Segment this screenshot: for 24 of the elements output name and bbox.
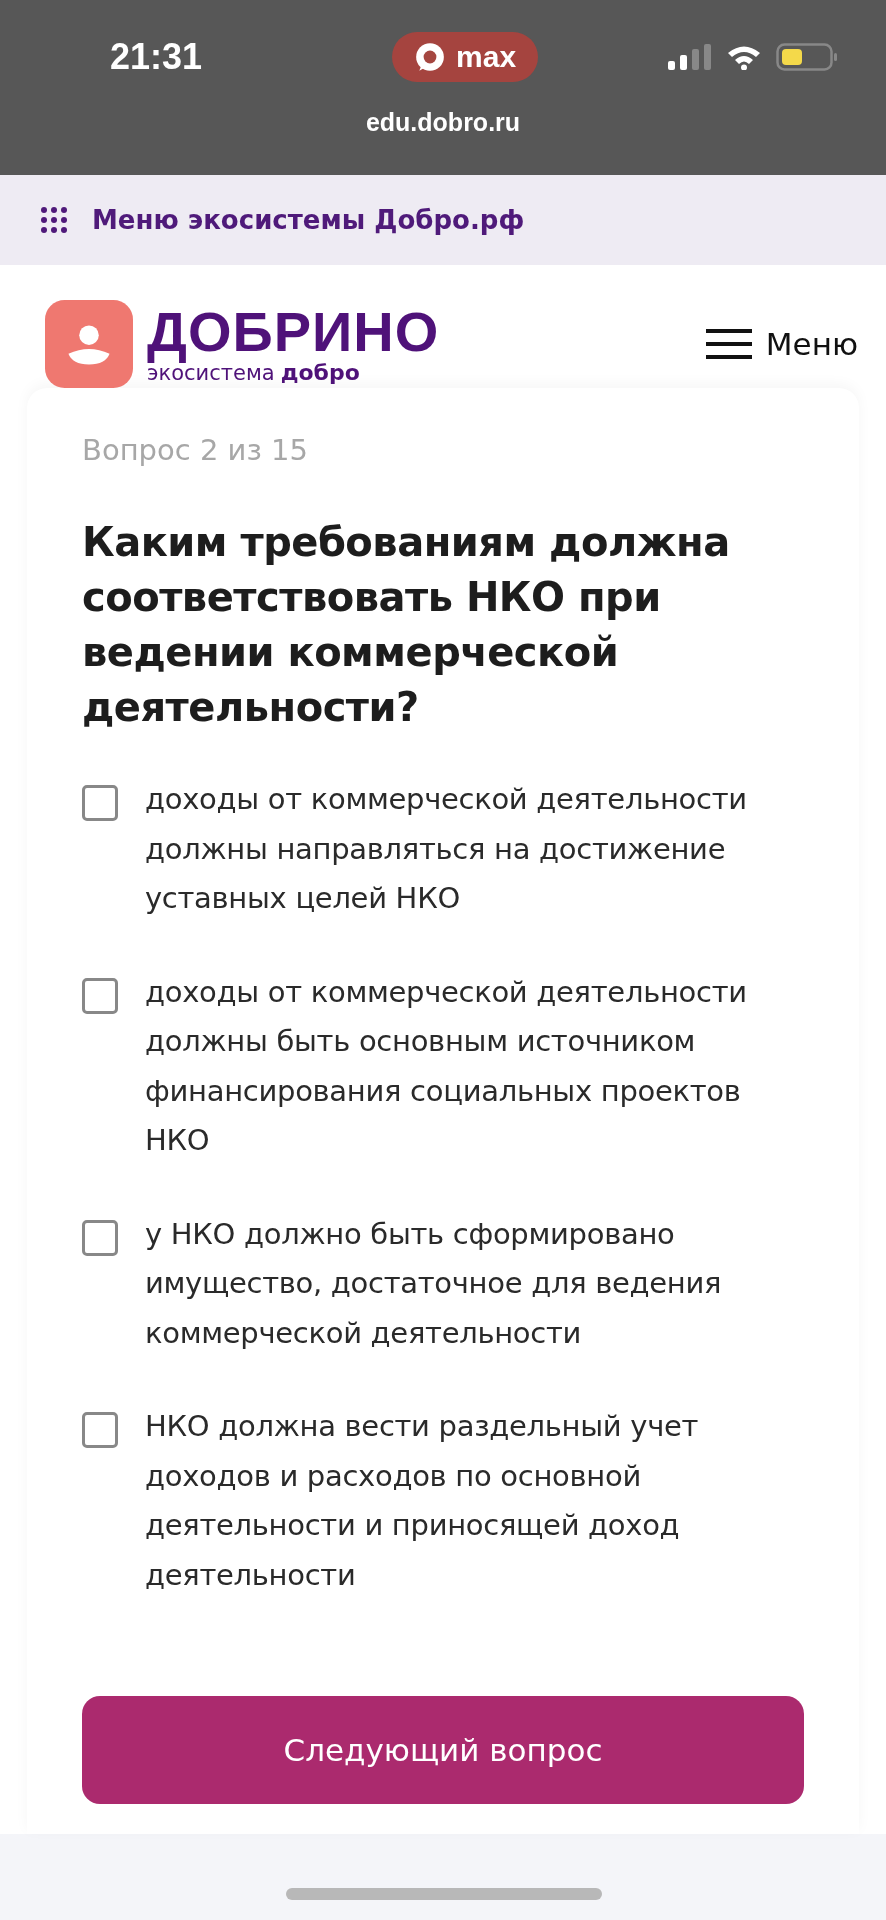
wifi-icon (726, 44, 762, 70)
checkbox[interactable] (82, 1412, 118, 1448)
next-question-button[interactable]: Следующий вопрос (82, 1696, 804, 1804)
menu-button[interactable]: Меню (705, 326, 858, 362)
menu-icon (705, 329, 752, 359)
person-logo-icon[interactable] (45, 300, 133, 388)
signal-icon (668, 44, 712, 70)
logo-brand: добро (280, 359, 360, 385)
checkbox[interactable] (82, 977, 118, 1014)
checkbox[interactable] (82, 1219, 118, 1256)
speech-bubble-icon (414, 41, 446, 73)
app-pill[interactable]: max (392, 32, 539, 82)
url-text[interactable]: edu.dobro.ru (0, 108, 886, 137)
battery-icon (776, 43, 838, 71)
ecosystem-menu-link[interactable]: Меню экосистемы Добро.рф (92, 205, 525, 235)
grid-dots-icon[interactable] (40, 206, 68, 234)
answer-option-text[interactable]: доходы от коммерческой деятельности должны направляться на достижение уставных целей НКО (145, 775, 804, 924)
answer-option-text[interactable]: у НКО должно быть сформировано имущество, достаточное для ведения коммерческой деятельности (145, 1209, 804, 1358)
question-title: Каким требованиям должна соответствовать НКО при ведении коммерческой деятельности? (82, 518, 731, 732)
question-counter: Вопрос 2 из 15 (82, 433, 309, 467)
checkbox[interactable] (82, 785, 118, 821)
answer-option-text[interactable]: доходы от коммерческой деятельности должны быть основным источником финансирования социальных проектов НКО (145, 967, 804, 1166)
answer-option-text[interactable]: НКО должна вести раздельный учет доходов и расходов по основной деятельности и приносящей доход деятельности (145, 1402, 804, 1600)
clock-time: 21:31 (110, 36, 203, 78)
